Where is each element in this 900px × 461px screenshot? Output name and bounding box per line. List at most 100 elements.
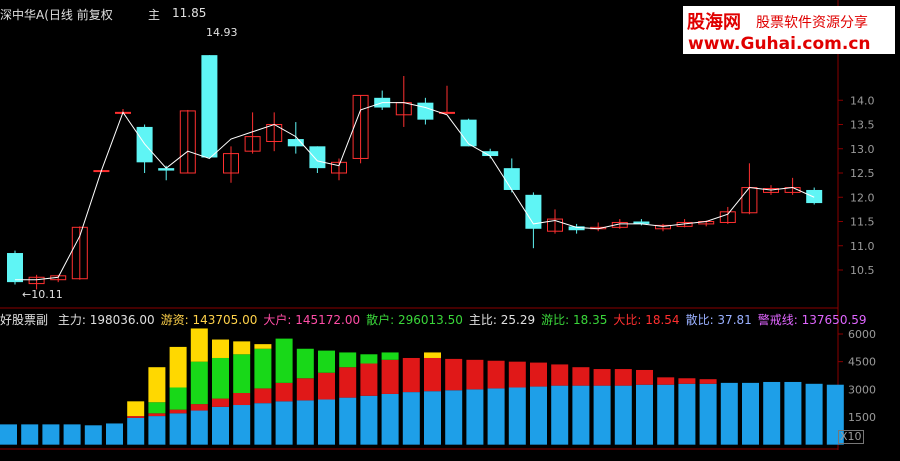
volume-tick-label: 4500 (848, 356, 876, 369)
volume-bar-segment (0, 424, 17, 445)
volume-bar-segment (657, 377, 675, 385)
candle-body (482, 151, 499, 157)
volume-bar-segment (551, 364, 569, 386)
price-tick-label: 10.5 (850, 264, 875, 277)
volume-bar-segment (678, 383, 696, 445)
chart-title: 深中华A(日线 前复权 (0, 8, 113, 22)
volume-bar-segment (254, 388, 272, 404)
volume-bar-segment (424, 391, 441, 445)
volume-bar-segment (212, 357, 229, 399)
stock-chart[interactable]: 14.0 13.5 13.0 12.5 12.0 11.5 11.0 10.5 6000 4500… (0, 0, 900, 461)
volume-bar-segment (190, 410, 208, 445)
volume-bar-segment (318, 350, 335, 373)
indicator-item: 游资: 143705.00 (160, 313, 258, 327)
volume-bar-segment (551, 385, 569, 445)
price-tick-label: 12.0 (850, 191, 875, 204)
volume-bar-segment (275, 338, 293, 383)
volume-bar-segment (169, 409, 187, 414)
volume-tick-label: 3000 (848, 383, 876, 396)
volume-bar-segment (614, 385, 632, 445)
volume-bar-segment (254, 403, 272, 445)
volume-bar-segment (381, 352, 399, 360)
candle-body (806, 189, 823, 204)
volume-bar-segment (424, 357, 441, 392)
volume-bar-segment (508, 387, 526, 445)
watermark-tagline: 股票软件资源分享 (756, 15, 868, 31)
volume-bar-segment (233, 341, 251, 355)
volume-bar-segment (233, 405, 251, 445)
volume-bar-segment (212, 398, 229, 407)
volume-bar-segment (148, 402, 166, 414)
volume-bar-segment (466, 389, 484, 445)
volume-bar-segment (508, 361, 526, 388)
volume-bar-segment (360, 363, 378, 396)
candle-body (417, 102, 434, 120)
volume-bar-segment (275, 401, 293, 445)
volume-bar-segment (339, 397, 357, 445)
volume-bar-segment (678, 378, 696, 384)
volume-scale-label: X10 (838, 430, 864, 444)
volume-bar-segment (318, 372, 335, 400)
volume-bar-segment (127, 401, 145, 417)
candle-body (503, 168, 520, 190)
watermark-brand: 股海网 (687, 12, 741, 33)
volume-bar-segment (699, 383, 717, 445)
high-price-label: 14.93 (206, 26, 238, 39)
volume-bar-segment (296, 378, 314, 401)
volume-bar-segment (212, 339, 229, 358)
volume-bar-segment (445, 358, 463, 391)
watermark-url: www.Guhai.com.cn (688, 34, 871, 54)
volume-bar-segment (720, 382, 738, 445)
indicator-item: 主比: 25.29 (468, 313, 536, 327)
volume-bar-segment (530, 386, 547, 445)
candle-body (201, 55, 218, 158)
indicator-item: 大比: 18.54 (613, 313, 680, 327)
volume-bar-segment (254, 348, 272, 389)
volume-bar-segment (296, 348, 314, 379)
indicator-legend: 好股票副 主力: 198036.00 游资: 143705.00 大户: 14517… (0, 311, 867, 328)
candle-body (309, 146, 326, 169)
volume-bar-segment (445, 390, 463, 445)
volume-bar-segment (466, 359, 484, 390)
volume-bar-segment (763, 381, 781, 445)
volume-bar-segment (169, 346, 187, 388)
price-tick-label: 13.5 (850, 119, 875, 132)
volume-bar-segment (148, 416, 166, 445)
volume-bar-segment (190, 328, 208, 362)
volume-tick-label: 1500 (848, 411, 876, 424)
volume-bar-segment (148, 413, 166, 417)
volume-bar-segment (381, 359, 399, 394)
volume-bar-segment (190, 361, 208, 405)
indicator-item: 散比: 37.81 (685, 313, 752, 327)
volume-bar-segment (190, 404, 208, 411)
low-price-label: ←10.11 (22, 288, 63, 301)
volume-bar-segment (742, 382, 759, 445)
volume-bar-segment (106, 423, 123, 445)
volume-bar-segment (424, 352, 441, 358)
volume-bar-segment (339, 367, 357, 398)
volume-bar-segment (233, 393, 251, 406)
price-tick-label: 13.0 (850, 143, 875, 156)
volume-bar-segment (593, 369, 611, 386)
volume-bar-segment (636, 369, 653, 385)
volume-bar-segment (805, 383, 823, 445)
volume-bar-segment (699, 379, 717, 384)
volume-bar-segment (275, 382, 293, 402)
volume-bar-segment (402, 392, 420, 445)
volume-bar-segment (657, 384, 675, 445)
volume-bar-segment (296, 400, 314, 445)
volume-bar-segment (360, 354, 378, 364)
price-tick-label: 14.0 (850, 94, 875, 107)
volume-bar-segment (169, 413, 187, 445)
volume-bar-segment (318, 399, 335, 445)
indicator-item: 游比: 18.35 (541, 313, 608, 327)
indicator-name: 好股票副 (0, 313, 49, 327)
volume-bar-segment (402, 357, 420, 393)
volume-bar-segment (784, 381, 802, 445)
volume-bar-segment (254, 344, 272, 349)
watermark-logo: 股海网 股票软件资源分享 www.Guhai.com.cn (683, 6, 895, 54)
price-tick-label: 12.5 (850, 167, 875, 180)
candle-body (7, 253, 23, 283)
price-tick-label: 11.0 (850, 240, 875, 253)
volume-tick-label: 6000 (848, 328, 876, 341)
